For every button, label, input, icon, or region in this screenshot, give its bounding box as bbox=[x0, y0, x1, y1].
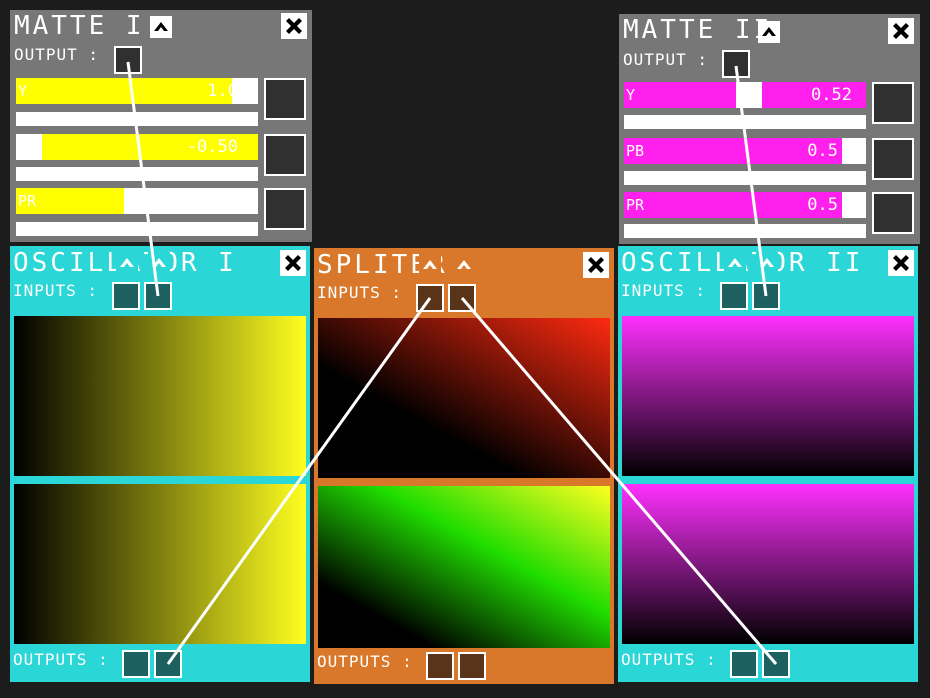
panel-title: MATTE I bbox=[14, 11, 145, 41]
color-swatch[interactable] bbox=[264, 134, 306, 176]
output-label: OUTPUT : bbox=[623, 50, 709, 69]
slider-value: 1.0 bbox=[207, 81, 238, 101]
chevron-up-icon[interactable] bbox=[724, 252, 746, 274]
slider-track bbox=[16, 167, 258, 181]
preview-top bbox=[14, 316, 306, 476]
slider-name: Y bbox=[18, 82, 28, 100]
pb-slider[interactable]: -0.50 bbox=[16, 134, 258, 160]
pr-slider[interactable]: PR 0.5 bbox=[624, 192, 866, 218]
matte-1-panel: MATTE I OUTPUT : Y 1.0 -0.50 PR 0.00 bbox=[10, 10, 312, 242]
outputs-label: OUTPUTS : bbox=[621, 650, 717, 669]
matte-2-panel: MATTE II OUTPUT : Y 0.52 PB 0.5 PR 0.5 bbox=[619, 14, 920, 244]
color-swatch[interactable] bbox=[872, 82, 914, 124]
output-label: OUTPUT : bbox=[14, 45, 100, 64]
chevron-up-icon[interactable] bbox=[148, 252, 170, 274]
input-socket[interactable] bbox=[752, 282, 780, 310]
input-socket[interactable] bbox=[112, 282, 140, 310]
input-socket[interactable] bbox=[416, 284, 444, 312]
oscillator-1-panel: OSCILLATOR I INPUTS : OUTPUTS : bbox=[10, 246, 310, 682]
pb-slider[interactable]: PB 0.5 bbox=[624, 138, 866, 164]
y-slider[interactable]: Y 1.0 bbox=[16, 78, 258, 104]
slider-value: -0.50 bbox=[186, 137, 238, 157]
y-slider[interactable]: Y 0.52 bbox=[624, 82, 866, 108]
output-socket[interactable] bbox=[122, 650, 150, 678]
color-swatch[interactable] bbox=[872, 192, 914, 234]
close-icon[interactable] bbox=[888, 18, 914, 44]
oscillator-2-panel: OSCILLATOR II INPUTS : OUTPUTS : bbox=[618, 246, 918, 682]
output-socket[interactable] bbox=[114, 46, 142, 74]
slider-name: PR bbox=[626, 196, 645, 214]
outputs-label: OUTPUTS : bbox=[13, 650, 109, 669]
preview-bottom bbox=[14, 484, 306, 644]
chevron-up-icon[interactable] bbox=[116, 252, 138, 274]
chevron-up-icon[interactable] bbox=[150, 16, 172, 38]
preview-bottom bbox=[318, 486, 610, 648]
output-socket[interactable] bbox=[762, 650, 790, 678]
slider-track bbox=[624, 171, 866, 185]
chevron-up-icon[interactable] bbox=[419, 254, 441, 276]
output-socket[interactable] bbox=[154, 650, 182, 678]
slider-track bbox=[16, 222, 258, 236]
slider-track bbox=[624, 115, 866, 129]
slider-name: PR bbox=[18, 192, 37, 210]
slider-value: 0.5 bbox=[807, 141, 838, 161]
output-socket[interactable] bbox=[730, 650, 758, 678]
preview-top bbox=[318, 318, 610, 478]
input-socket[interactable] bbox=[448, 284, 476, 312]
slider-name: PB bbox=[626, 142, 645, 160]
output-socket[interactable] bbox=[722, 50, 750, 78]
input-socket[interactable] bbox=[144, 282, 172, 310]
chevron-up-icon[interactable] bbox=[758, 21, 780, 43]
outputs-label: OUTPUTS : bbox=[317, 652, 413, 671]
close-icon[interactable] bbox=[888, 250, 914, 276]
color-swatch[interactable] bbox=[264, 78, 306, 120]
slider-value: 0.5 bbox=[807, 195, 838, 215]
slider-value: 0.00 bbox=[197, 191, 238, 211]
inputs-label: INPUTS : bbox=[621, 281, 707, 300]
slider-track bbox=[16, 112, 258, 126]
input-socket[interactable] bbox=[720, 282, 748, 310]
preview-top bbox=[622, 316, 914, 476]
inputs-label: INPUTS : bbox=[317, 283, 403, 302]
color-swatch[interactable] bbox=[264, 188, 306, 230]
chevron-up-icon[interactable] bbox=[453, 254, 475, 276]
spliter-panel: SPLITER INPUTS : OUTPUTS : bbox=[314, 248, 614, 684]
close-icon[interactable] bbox=[280, 250, 306, 276]
output-socket[interactable] bbox=[426, 652, 454, 680]
slider-track bbox=[624, 224, 866, 238]
chevron-up-icon[interactable] bbox=[756, 252, 778, 274]
output-socket[interactable] bbox=[458, 652, 486, 680]
inputs-label: INPUTS : bbox=[13, 281, 99, 300]
close-icon[interactable] bbox=[281, 13, 307, 39]
pr-slider[interactable]: PR 0.00 bbox=[16, 188, 258, 214]
slider-value: 0.52 bbox=[811, 85, 852, 105]
panel-title: MATTE II bbox=[623, 15, 773, 45]
slider-name: Y bbox=[626, 86, 636, 104]
close-icon[interactable] bbox=[583, 252, 609, 278]
preview-bottom bbox=[622, 484, 914, 644]
color-swatch[interactable] bbox=[872, 138, 914, 180]
